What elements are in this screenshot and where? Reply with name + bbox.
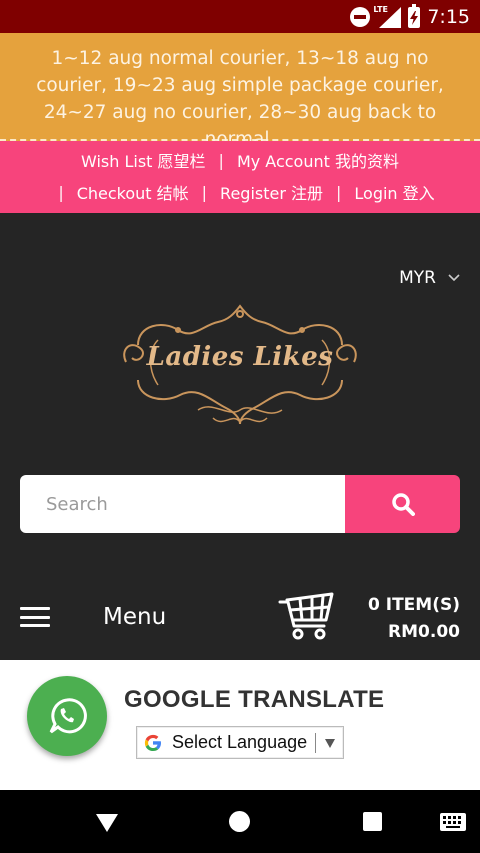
- wishlist-link[interactable]: Wish List 愿望栏: [81, 148, 206, 172]
- do-not-disturb-icon: [350, 7, 371, 27]
- system-nav-bar: [0, 790, 480, 853]
- cart-summary[interactable]: 0 ITEM(S) RM0.00: [368, 592, 460, 646]
- logo-text: Ladies Likes: [146, 342, 334, 372]
- shipping-notice-banner: 1~12 aug normal courier, 13~18 aug no co…: [0, 33, 480, 150]
- account-links-bar: Wish List 愿望栏 | My Account 我的资料 | Checko…: [0, 141, 480, 213]
- dropdown-arrow-icon: [325, 738, 336, 748]
- language-select-label: Select Language: [172, 732, 308, 752]
- my-account-link[interactable]: My Account 我的资料: [237, 148, 399, 172]
- keyboard-icon[interactable]: [440, 813, 466, 831]
- status-icons: LTE 7:15: [350, 3, 470, 28]
- back-icon[interactable]: [96, 814, 118, 832]
- home-icon[interactable]: [229, 811, 250, 832]
- search-bar: [20, 475, 460, 533]
- search-input[interactable]: [20, 475, 345, 533]
- signal-icon: LTE: [373, 5, 402, 28]
- login-link[interactable]: Login 登入: [354, 180, 434, 204]
- shopping-cart-icon[interactable]: [278, 590, 336, 642]
- select-divider: [315, 732, 317, 753]
- language-select[interactable]: Select Language: [136, 726, 344, 759]
- search-icon: [391, 493, 415, 516]
- menu-button[interactable]: Menu: [20, 592, 166, 642]
- search-button[interactable]: [345, 475, 460, 533]
- register-link[interactable]: Register 注册: [220, 180, 323, 204]
- links-row-1: Wish List 愿望栏 | My Account 我的资料: [0, 148, 480, 172]
- network-type: LTE: [373, 4, 389, 14]
- hamburger-icon: [20, 607, 50, 627]
- currency-selector[interactable]: MYR: [399, 268, 460, 288]
- link-separator: |: [218, 150, 224, 170]
- chevron-down-icon: [448, 274, 460, 282]
- currency-value: MYR: [399, 268, 436, 288]
- checkout-link[interactable]: Checkout 结帐: [77, 180, 189, 204]
- google-icon: [144, 734, 161, 751]
- link-separator: |: [336, 182, 342, 202]
- cart-item-count: 0 ITEM(S): [368, 595, 460, 615]
- whatsapp-icon: [49, 698, 87, 734]
- translate-section: GOOGLE TRANSLATE Select Language: [0, 660, 480, 790]
- notice-text: 1~12 aug normal courier, 13~18 aug no co…: [36, 48, 444, 150]
- link-separator: |: [58, 182, 64, 202]
- cart-total: RM0.00: [388, 622, 460, 642]
- battery-charging-icon: [408, 3, 421, 28]
- menu-label: Menu: [103, 604, 167, 630]
- whatsapp-button[interactable]: [27, 676, 107, 756]
- store-logo[interactable]: Ladies Likes: [118, 300, 362, 430]
- status-bar: LTE 7:15: [0, 0, 480, 33]
- google-translate-title: GOOGLE TRANSLATE: [124, 686, 385, 713]
- link-separator: |: [201, 182, 208, 202]
- links-row-2: | Checkout 结帐 | Register 注册 | Login 登入: [0, 180, 480, 204]
- recent-apps-icon[interactable]: [363, 812, 382, 831]
- clock: 7:15: [427, 6, 470, 28]
